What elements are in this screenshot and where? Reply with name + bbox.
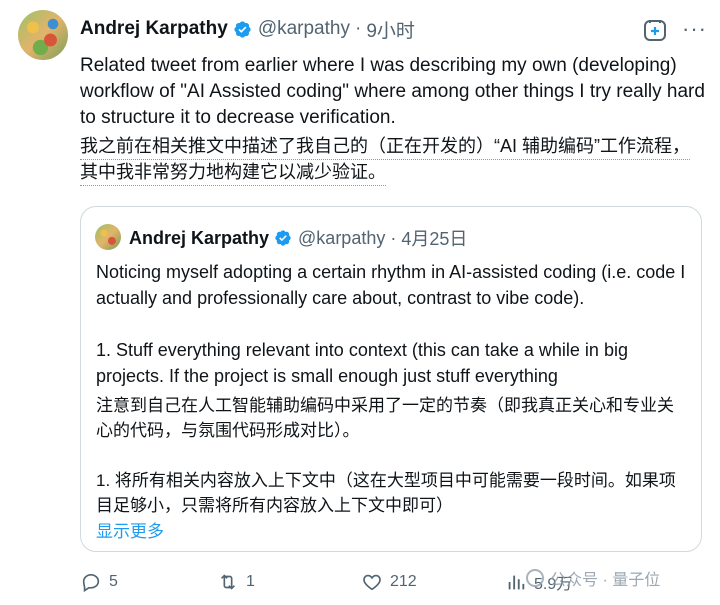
tweet-text-zh: 我之前在相关推文中描述了我自己的（正在开发的）“AI 辅助编码”工作流程， 其中… (80, 134, 705, 186)
tweet-time[interactable]: 9小时 (366, 16, 415, 43)
reply-icon (82, 574, 100, 593)
tweet-text-zh-line: 我之前在相关推文中描述了我自己的（正在开发的）“AI 辅助编码”工作流程， (80, 134, 690, 160)
quote-author-name: Andrej Karpathy (129, 227, 270, 248)
separator-dot: · (390, 227, 397, 248)
quote-text-en: 1. Stuff everything relevant into contex… (96, 340, 628, 386)
quote-text-zh: 注意到自己在人工智能辅助编码中采用了一定的节奏（即我真正关心和专业关心的代码，与… (96, 396, 674, 440)
quoted-tweet[interactable]: Andrej Karpathy @karpathy · 4月25日 Notici… (80, 206, 702, 552)
verified-badge-icon (275, 230, 291, 246)
reply-button[interactable]: 5 (80, 571, 118, 593)
author-avatar[interactable] (18, 10, 68, 60)
reply-count: 5 (109, 573, 118, 590)
retweet-icon (220, 574, 236, 590)
like-count: 212 (390, 573, 417, 590)
verified-badge-icon (234, 20, 251, 38)
retweet-count: 1 (246, 573, 255, 590)
quote-text-en: Noticing myself adopting a certain rhyth… (96, 262, 686, 308)
quote-author-avatar (95, 224, 121, 250)
author-name[interactable]: Andrej Karpathy (80, 18, 228, 40)
retweet-button[interactable]: 1 (217, 571, 255, 593)
like-icon (363, 574, 381, 591)
wechat-icon (526, 569, 544, 587)
tweet-text-zh-line: 其中我非常努力地构建它以减少验证。 (80, 160, 386, 186)
quote-text-zh: 1. 将所有相关内容放入上下文中（这在大型项目中可能需要一段时间。如果项目足够小… (96, 471, 676, 515)
more-icon[interactable]: ··· (682, 18, 707, 40)
quote-author-handle: @karpathy (298, 227, 386, 248)
quote-header: Andrej Karpathy @karpathy · 4月25日 (129, 225, 467, 251)
author-handle[interactable]: @karpathy (258, 18, 350, 40)
views-icon (508, 575, 525, 590)
like-button[interactable]: 212 (361, 571, 417, 593)
separator-dot: · (354, 18, 362, 39)
tweet-text-en: Related tweet from earlier where I was d… (80, 55, 705, 128)
watermark-text: 公众号 · 量子位 (550, 572, 661, 589)
quote-body: Noticing myself adopting a certain rhyth… (96, 259, 686, 518)
grok-icon[interactable] (642, 17, 668, 43)
quote-date: 4月25日 (401, 229, 468, 249)
tweet-header: Andrej Karpathy @karpathy · 9小时 (80, 16, 720, 42)
show-more-link[interactable]: 显示更多 (96, 517, 164, 542)
watermark: 公众号 · 量子位 (526, 566, 660, 590)
